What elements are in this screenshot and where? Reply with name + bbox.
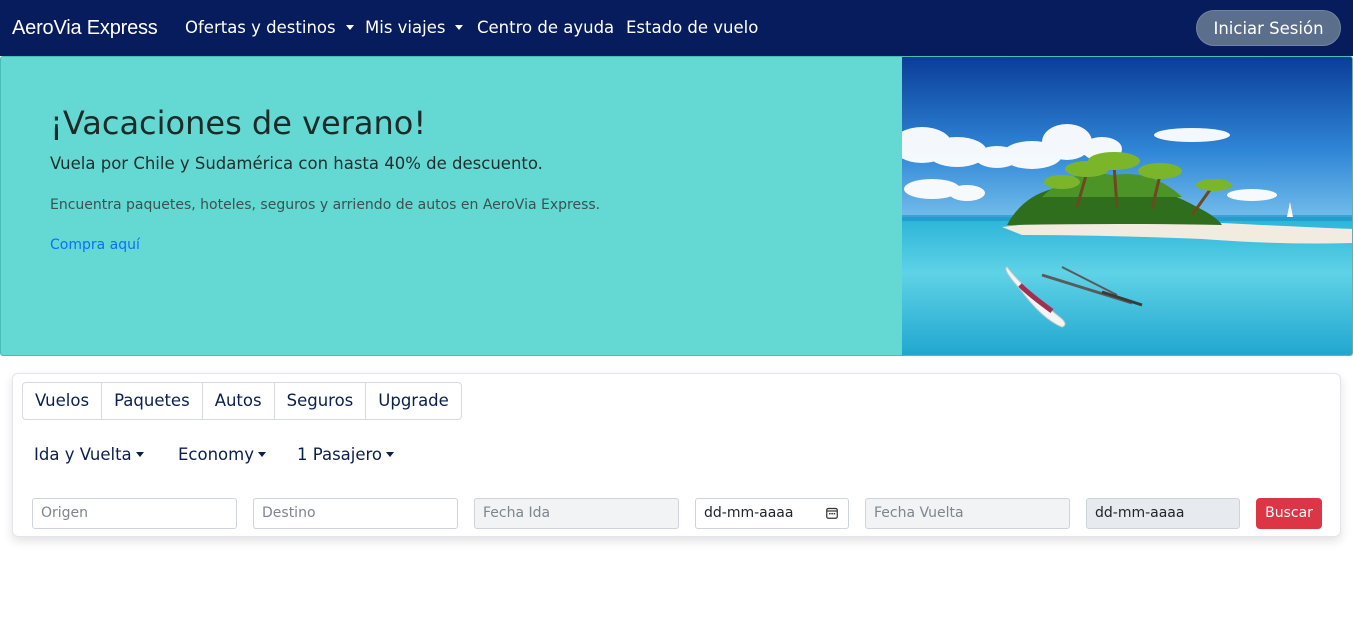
nav-ofertas-label: Ofertas y destinos xyxy=(185,18,336,37)
calendar-icon[interactable] xyxy=(826,507,838,519)
nav-estado-vuelo[interactable]: Estado de vuelo xyxy=(626,17,758,39)
tab-seguros[interactable]: Seguros xyxy=(275,383,367,419)
caret-down-icon xyxy=(257,452,266,457)
top-navbar: AeroVia Express Ofertas y destinos Mis v… xyxy=(0,0,1353,56)
nav-mis-viajes[interactable]: Mis viajes xyxy=(365,17,464,39)
origin-input[interactable]: Origen xyxy=(32,498,237,529)
return-date-input[interactable]: dd-mm-aaaa xyxy=(1086,498,1240,529)
tab-vuelos[interactable]: Vuelos xyxy=(23,383,103,419)
cabin-class-label: Economy xyxy=(178,445,254,464)
flight-search-card: Vuelos Paquetes Autos Seguros Upgrade Id… xyxy=(12,373,1341,537)
nav-mis-viajes-label: Mis viajes xyxy=(365,18,446,37)
caret-down-icon xyxy=(345,25,354,30)
search-button[interactable]: Buscar xyxy=(1256,498,1322,529)
passengers-dropdown[interactable]: 1 Pasajero xyxy=(297,444,395,466)
login-button[interactable]: Iniciar Sesión xyxy=(1196,10,1341,46)
nav-ofertas-destinos[interactable]: Ofertas y destinos xyxy=(185,17,354,39)
brand-logo[interactable]: AeroVia Express xyxy=(12,16,158,40)
product-tabs: Vuelos Paquetes Autos Seguros Upgrade xyxy=(22,382,462,420)
tab-upgrade[interactable]: Upgrade xyxy=(366,383,461,419)
tropical-island-image xyxy=(902,57,1352,355)
caret-down-icon xyxy=(135,452,144,457)
nav-centro-ayuda[interactable]: Centro de ayuda xyxy=(477,17,614,39)
tab-paquetes[interactable]: Paquetes xyxy=(102,383,203,419)
tab-autos[interactable]: Autos xyxy=(203,383,275,419)
hero-subtitle: Vuela por Chile y Sudamérica con hasta 4… xyxy=(50,154,543,173)
buy-here-link[interactable]: Compra aquí xyxy=(50,235,140,255)
depart-date-placeholder: dd-mm-aaaa xyxy=(704,505,794,521)
caret-down-icon xyxy=(455,25,464,30)
trip-type-dropdown[interactable]: Ida y Vuelta xyxy=(34,444,144,466)
hero-title: ¡Vacaciones de verano! xyxy=(50,104,427,142)
depart-date-input[interactable]: dd-mm-aaaa xyxy=(695,498,849,529)
caret-down-icon xyxy=(386,452,395,457)
return-date-label: Fecha Vuelta xyxy=(865,498,1070,529)
destination-input[interactable]: Destino xyxy=(253,498,458,529)
passengers-label: 1 Pasajero xyxy=(297,445,383,464)
hero-description: Encuentra paquetes, hoteles, seguros y a… xyxy=(50,197,601,213)
depart-date-label: Fecha Ida xyxy=(474,498,679,529)
cabin-class-dropdown[interactable]: Economy xyxy=(178,444,266,466)
trip-type-label: Ida y Vuelta xyxy=(34,445,132,464)
promo-hero: ¡Vacaciones de verano! Vuela por Chile y… xyxy=(0,56,1353,356)
